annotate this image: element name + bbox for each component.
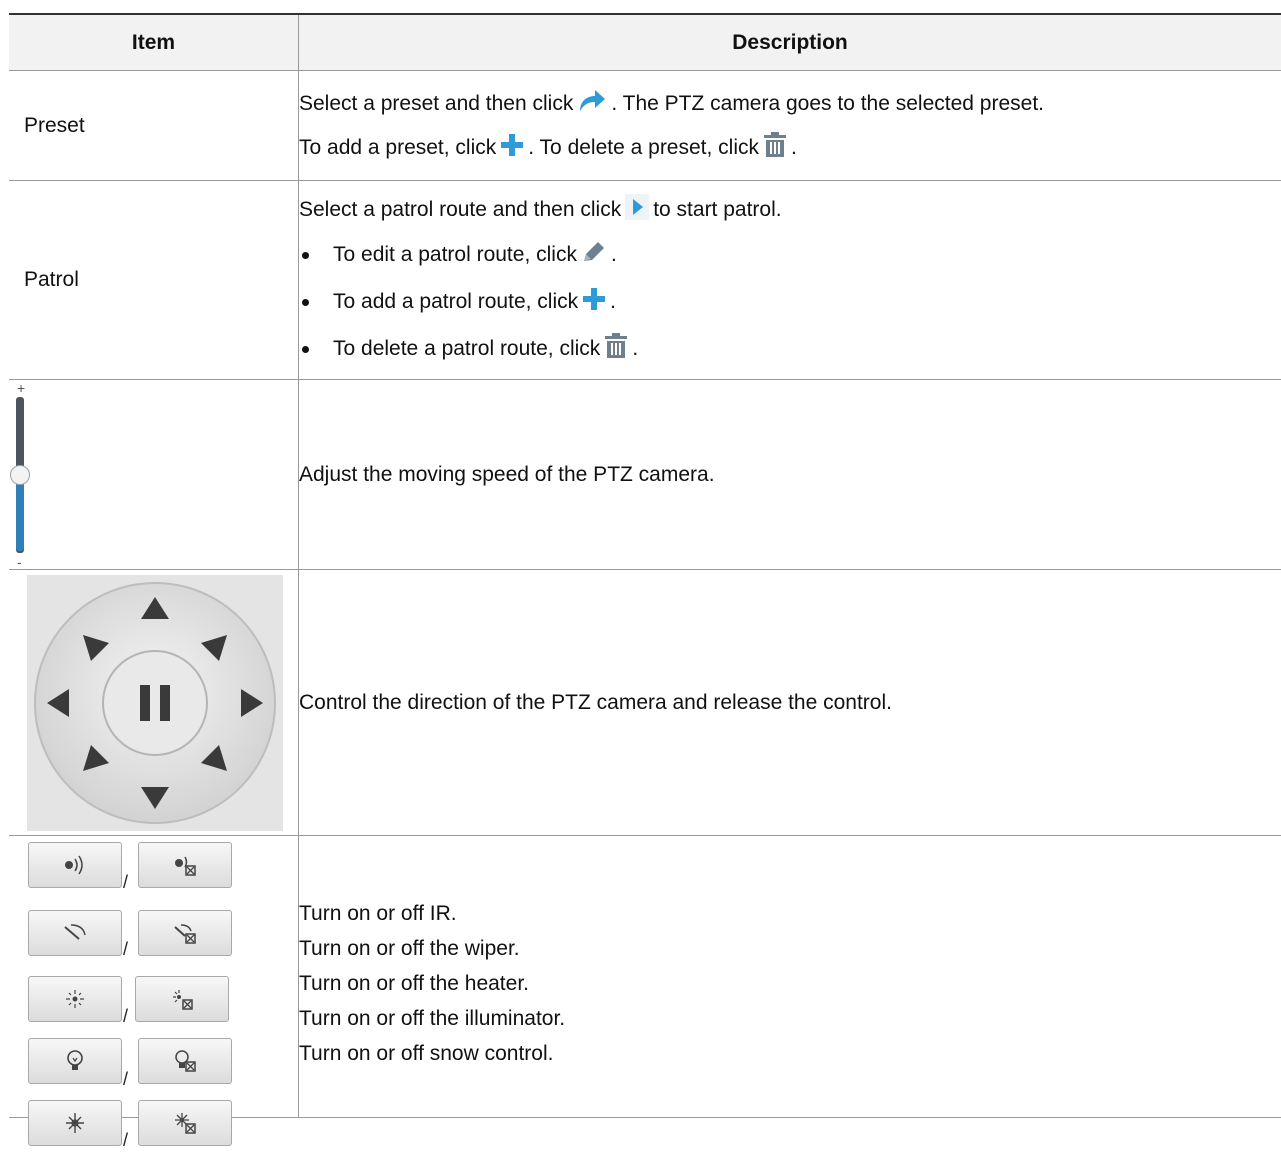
toggle-row-ir: / — [28, 842, 298, 897]
toggle-desc-wiper: Turn on or off the wiper. — [299, 936, 520, 960]
ir-off-icon — [175, 856, 196, 876]
toggle-button-grid: / / / / / — [9, 836, 298, 1150]
item-patrol: Patrol — [24, 268, 79, 291]
preset-line2-post: . — [791, 135, 797, 159]
toggle-desc-ir: Turn on or off IR. — [299, 901, 457, 925]
table-header-row: Item Description — [9, 13, 1281, 71]
pencil-icon — [581, 240, 607, 270]
snow-off-icon — [175, 1113, 196, 1134]
preset-desc-line2: To add a preset, click . To delete a pre… — [299, 126, 1281, 170]
patrol-line1-pre: Select a patrol route and then click — [299, 197, 622, 221]
toggle-row-illuminator: / — [28, 1007, 298, 1089]
speed-slider[interactable]: + - — [10, 381, 40, 569]
plus-icon — [582, 287, 606, 317]
toggle-row-snow: / — [28, 1062, 298, 1150]
direction-description: Control the direction of the PTZ camera … — [299, 690, 892, 714]
patrol-bullet-edit-end: . — [610, 243, 617, 266]
patrol-bullet-edit: To edit a patrol route, click . — [299, 232, 1281, 279]
ptz-controls-table: Item Description Preset Select a preset … — [9, 13, 1281, 1150]
speed-slider-thumb[interactable] — [10, 464, 30, 485]
item-preset: Preset — [24, 113, 85, 137]
wiper-on-icon — [64, 924, 86, 940]
snow-on-icon — [66, 1113, 84, 1133]
preset-line1-pre: Select a preset and then click — [299, 91, 574, 115]
patrol-bullet-add-end: . — [610, 290, 616, 313]
preset-desc-line1: Select a preset and then click . The PTZ… — [299, 82, 1281, 126]
preset-line2-mid: . To delete a preset, click — [528, 135, 759, 159]
row-toggles: / / / / / Turn on or off IR. Turn on or … — [9, 835, 1281, 1150]
toggle-desc-illuminator: Turn on or off the illuminator. — [299, 1006, 566, 1030]
patrol-line1-post: to start patrol. — [653, 197, 782, 221]
toggle-row-wiper: / — [28, 897, 298, 959]
speed-plus-label[interactable]: + — [17, 381, 25, 395]
speed-minus-label[interactable]: - — [17, 555, 22, 569]
wiper-off-icon — [174, 924, 196, 944]
patrol-desc-line1: Select a patrol route and then click to … — [299, 188, 1281, 232]
patrol-bullet-delete-end: . — [632, 337, 639, 360]
ir-on-icon — [65, 855, 83, 875]
patrol-bullet-edit-text: To edit a patrol route, click — [333, 243, 577, 266]
bullet-dot — [302, 298, 309, 306]
toggle-separator: / — [123, 872, 129, 892]
speed-description: Adjust the moving speed of the PTZ camer… — [299, 462, 715, 486]
toggle-row-heater: / — [28, 952, 298, 1026]
plus-icon — [500, 133, 524, 163]
wiper-on-button[interactable] — [28, 910, 122, 956]
trash-icon — [763, 131, 787, 164]
ir-off-button[interactable] — [138, 842, 232, 888]
toggle-desc-heater: Turn on or off the heater. — [299, 971, 529, 995]
row-speed: + - Adjust the moving speed of the PTZ c… — [9, 379, 1281, 570]
row-patrol: Patrol Select a patrol route and then cl… — [9, 180, 1281, 380]
toggle-separator: / — [123, 1130, 129, 1150]
header-description: Description — [298, 13, 1281, 71]
patrol-bullet-add-text: To add a patrol route, click — [333, 290, 579, 313]
direction-pad — [27, 574, 283, 831]
wiper-off-button[interactable] — [138, 910, 232, 956]
bullet-dot — [302, 251, 309, 259]
snow-off-button[interactable] — [138, 1100, 232, 1146]
toggle-desc-snow: Turn on or off snow control. — [299, 1041, 554, 1065]
ir-on-button[interactable] — [28, 842, 122, 888]
redo-arrow-icon — [577, 88, 607, 120]
patrol-bullet-delete-text: To delete a patrol route, click — [333, 337, 601, 360]
header-item: Item — [9, 13, 299, 71]
bullet-dot — [302, 345, 309, 353]
trash-icon — [604, 333, 628, 365]
preset-line2-pre: To add a preset, click — [299, 135, 497, 159]
patrol-bullet-delete: To delete a patrol route, click . — [299, 326, 1281, 373]
row-direction: Control the direction of the PTZ camera … — [9, 569, 1281, 836]
play-icon — [625, 193, 650, 226]
snow-on-button[interactable] — [28, 1100, 122, 1146]
preset-line1-post: . The PTZ camera goes to the selected pr… — [611, 91, 1044, 115]
row-preset: Preset Select a preset and then click . … — [9, 70, 1281, 181]
patrol-bullet-add: To add a patrol route, click . — [299, 279, 1281, 326]
